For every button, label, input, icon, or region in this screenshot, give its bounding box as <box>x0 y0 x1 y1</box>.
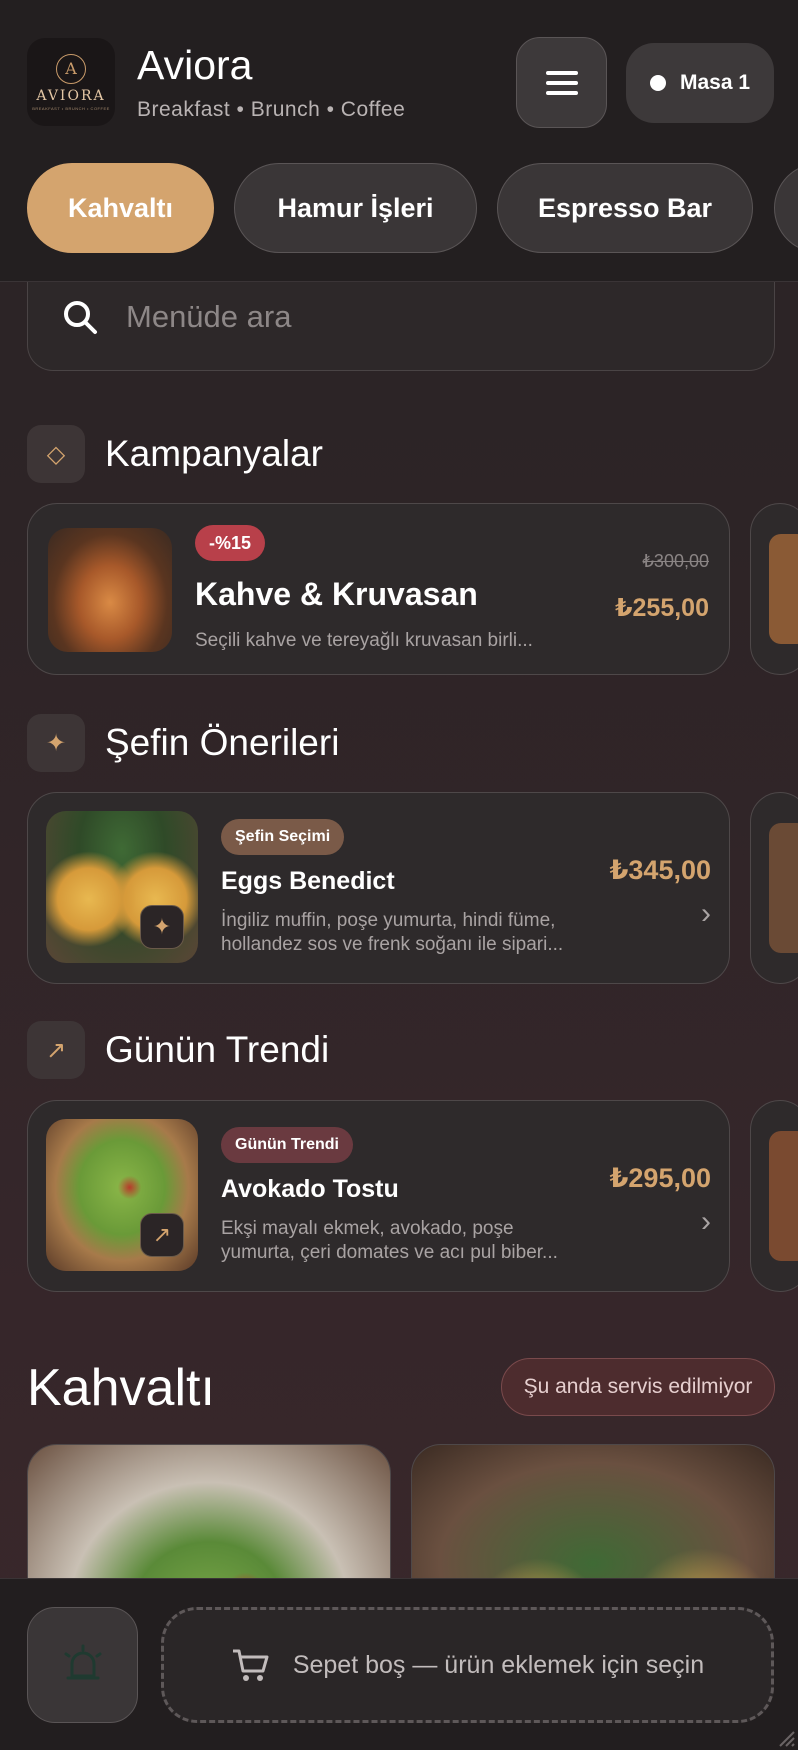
hamburger-icon-bar <box>545 90 578 95</box>
trend-badge: Günün Trendi <box>221 1127 353 1163</box>
next-item-image <box>769 823 798 953</box>
trend-arrow-icon: ↗ <box>140 1213 184 1257</box>
next-item-image <box>769 534 798 644</box>
section-header-campaigns: ◇ Kampanyalar <box>27 425 323 483</box>
section-header-trend: ↗ Günün Trendi <box>27 1021 329 1079</box>
section-title: Günün Trendi <box>105 1029 330 1070</box>
table-label: Masa 1 <box>679 71 751 94</box>
sparkle-icon: ✦ <box>140 905 184 949</box>
service-status-badge: Şu anda servis edilmiyor <box>501 1358 775 1416</box>
diamond-icon: ◇ <box>27 425 85 483</box>
brand-logo: A AVIORA BREAKFAST • BRUNCH • COFFEE <box>27 38 115 126</box>
item-name: Eggs Benedict <box>221 867 395 895</box>
discount-badge: -%15 <box>195 525 266 561</box>
status-dot-icon <box>649 75 666 91</box>
hamburger-icon-bar <box>545 80 578 85</box>
search-placeholder: Menüde ara <box>126 299 292 334</box>
next-item-image <box>769 1131 798 1261</box>
bell-alert-icon <box>64 1644 101 1680</box>
item-price: ₺255,00 <box>615 594 709 622</box>
section-header-chef: ✦ Şefin Önerileri <box>27 714 339 772</box>
logo-wordmark: AVIORA <box>36 87 106 104</box>
chef-card[interactable]: ✦ Şefin Seçimi Eggs Benedict İngiliz muf… <box>27 792 730 984</box>
call-waiter-button[interactable] <box>27 1607 138 1723</box>
item-description: Seçili kahve ve tereyağlı kruvasan birli… <box>195 630 533 651</box>
tab-more[interactable] <box>774 163 798 253</box>
app-header: A AVIORA BREAKFAST • BRUNCH • COFFEE Avi… <box>0 0 798 282</box>
item-name: Avokado Tostu <box>221 1175 399 1203</box>
cart-bar[interactable]: Sepet boş — ürün eklemek için seçin <box>161 1607 774 1723</box>
category-tabs: Kahvaltı Hamur İşleri Espresso Bar <box>27 163 798 253</box>
chevron-right-icon: › <box>701 897 711 930</box>
item-price: ₺295,00 <box>609 1163 711 1193</box>
chef-badge: Şefin Seçimi <box>221 819 345 855</box>
trend-card-next[interactable] <box>750 1100 798 1292</box>
table-selector-button[interactable]: Masa 1 <box>626 43 774 123</box>
item-description: yumurta, çeri domates ve acı pul biber..… <box>221 1242 558 1263</box>
campaign-card-next[interactable] <box>750 503 798 675</box>
sparkle-icon: ✦ <box>27 714 85 772</box>
chevron-right-icon: › <box>701 1205 711 1238</box>
trend-card[interactable]: ↗ Günün Trendi Avokado Tostu Ekşi mayalı… <box>27 1100 730 1292</box>
coffee-cup-logo-icon: A <box>56 53 86 84</box>
brand-name: Aviora <box>137 42 253 88</box>
hamburger-menu-button[interactable] <box>516 37 607 128</box>
trend-arrow-icon: ↗ <box>27 1021 85 1079</box>
resize-grip-icon[interactable] <box>772 1724 796 1748</box>
category-title: Kahvaltı <box>27 1359 215 1417</box>
cart-icon <box>232 1649 269 1681</box>
hamburger-icon-bar <box>545 70 578 75</box>
item-price: ₺345,00 <box>609 855 711 885</box>
tab-hamur-isleri[interactable]: Hamur İşleri <box>234 163 477 253</box>
old-price: ₺300,00 <box>642 551 709 571</box>
avocado-toast-image: ↗ <box>46 1119 198 1271</box>
cart-status-text: Sepet boş — ürün eklemek için seçin <box>292 1650 705 1679</box>
item-description: Ekşi mayalı ekmek, avokado, poşe <box>221 1218 514 1239</box>
brand-tagline: Breakfast • Brunch • Coffee <box>137 98 406 121</box>
campaign-card[interactable]: -%15 Kahve & Kruvasan Seçili kahve ve te… <box>27 503 730 675</box>
eggs-benedict-image: ✦ <box>46 811 198 963</box>
tab-espresso-bar[interactable]: Espresso Bar <box>497 163 753 253</box>
croissant-image <box>48 528 172 652</box>
chef-card-next[interactable] <box>750 792 798 984</box>
logo-tagline: BREAKFAST • BRUNCH • COFFEE <box>32 105 110 111</box>
bottom-bar: Sepet boş — ürün eklemek için seçin <box>0 1578 798 1750</box>
item-name: Kahve & Kruvasan <box>195 576 478 612</box>
item-description: hollandez sos ve frenk soğanı ile sipari… <box>221 934 564 955</box>
search-icon <box>64 301 97 334</box>
item-description: İngiliz muffin, poşe yumurta, hindi füme… <box>221 910 556 931</box>
section-title: Şefin Önerileri <box>105 722 340 763</box>
tab-kahvalti[interactable]: Kahvaltı <box>27 163 214 253</box>
section-title: Kampanyalar <box>105 433 324 474</box>
